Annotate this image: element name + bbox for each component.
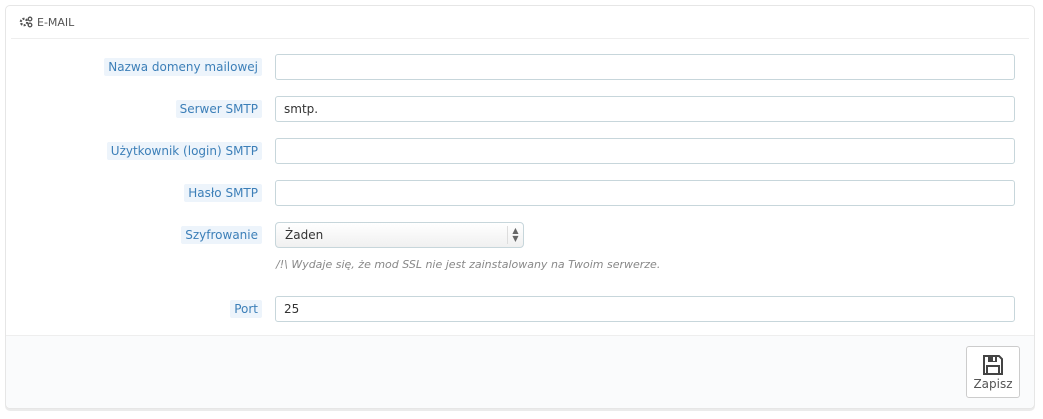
save-label: Zapisz bbox=[973, 377, 1013, 391]
port-input[interactable] bbox=[275, 296, 1015, 322]
form-row-encryption: Szyfrowanie Żaden ▲ ▼ bbox=[6, 222, 1034, 248]
form-row-smtp-password: Hasło SMTP bbox=[6, 180, 1034, 206]
domain-input[interactable] bbox=[275, 54, 1015, 80]
encryption-help-text: /!\ Wydaje się, że mod SSL nie jest zain… bbox=[276, 258, 661, 271]
smtp-password-label: Hasło SMTP bbox=[184, 184, 262, 202]
panel-title: E-MAIL bbox=[37, 15, 75, 29]
smtp-password-input[interactable] bbox=[275, 180, 1015, 206]
domain-label: Nazwa domeny mailowej bbox=[104, 58, 262, 76]
smtp-server-label: Serwer SMTP bbox=[175, 100, 262, 118]
form-row-port: Port bbox=[6, 296, 1034, 322]
form-row-smtp-server: Serwer SMTP bbox=[6, 96, 1034, 122]
encryption-label: Szyfrowanie bbox=[181, 226, 262, 244]
panel-footer: Zapisz bbox=[6, 335, 1034, 408]
port-label: Port bbox=[230, 300, 262, 318]
smtp-server-input[interactable] bbox=[275, 96, 1015, 122]
encryption-value: Żaden bbox=[285, 228, 324, 242]
cogs-icon bbox=[19, 16, 33, 28]
panel-header: E-MAIL bbox=[11, 6, 1029, 39]
form-row-smtp-user: Użytkownik (login) SMTP bbox=[6, 138, 1034, 164]
floppy-disk-icon bbox=[983, 355, 1003, 375]
select-arrows-icon: ▲ ▼ bbox=[507, 226, 523, 244]
email-panel: E-MAIL Nazwa domeny mailowej Serwer SMTP… bbox=[5, 5, 1035, 409]
smtp-user-label: Użytkownik (login) SMTP bbox=[106, 142, 262, 160]
smtp-user-input[interactable] bbox=[275, 138, 1015, 164]
encryption-select[interactable]: Żaden ▲ ▼ bbox=[275, 222, 524, 248]
save-button[interactable]: Zapisz bbox=[966, 346, 1020, 398]
form-row-domain: Nazwa domeny mailowej bbox=[6, 54, 1034, 80]
